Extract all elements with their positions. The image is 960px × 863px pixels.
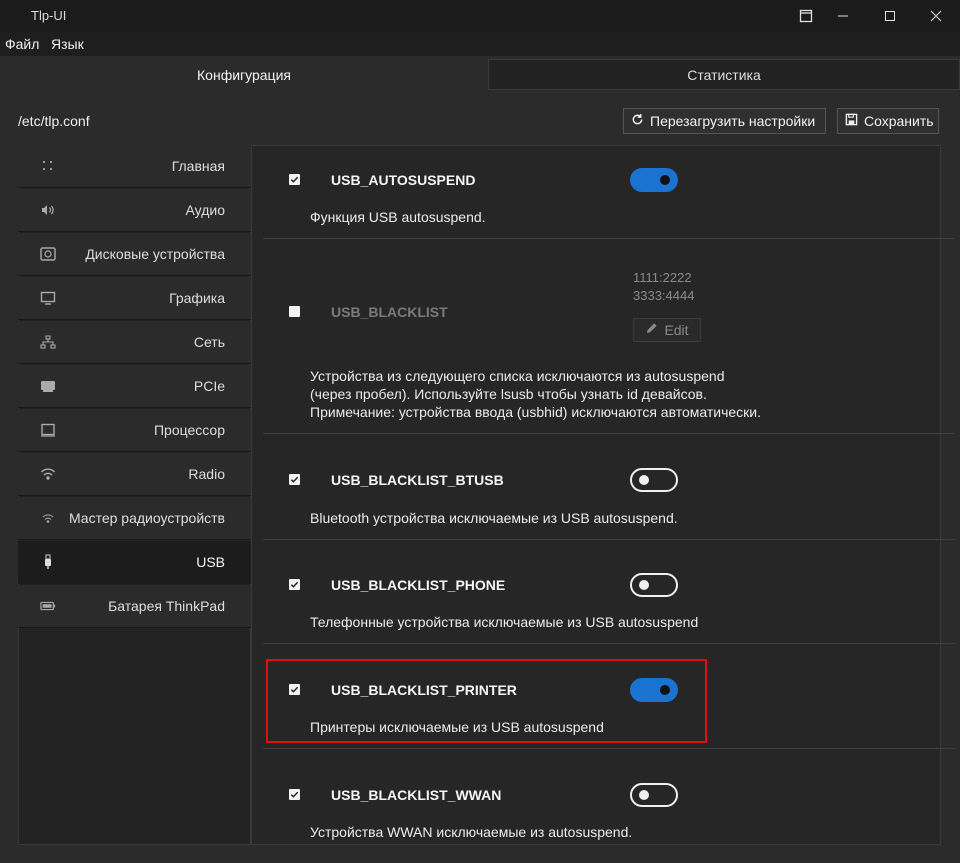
toggle-knob: [639, 475, 649, 485]
highlight-box: [266, 659, 707, 743]
save-icon: [845, 113, 858, 129]
pencil-icon: [645, 322, 658, 338]
usb-blacklist-checkbox[interactable]: [289, 306, 300, 317]
maximize-button[interactable]: [867, 0, 913, 32]
sidebar-item-network[interactable]: Сеть: [18, 321, 251, 364]
sidebar-item-label: Дисковые устройства: [85, 246, 225, 262]
minimize-button[interactable]: [820, 0, 866, 32]
usb-blacklist-wwan-description: Устройства WWAN исключаемые из autosuspe…: [310, 824, 633, 840]
tab-statistics[interactable]: Статистика: [488, 59, 960, 90]
window-footer: [0, 845, 960, 863]
pcie-card-icon: [40, 378, 56, 394]
sidebar-item-label: Сеть: [193, 334, 225, 350]
separator: [263, 433, 955, 434]
reload-settings-button[interactable]: Перезагрузить настройки: [623, 108, 826, 134]
usb-blacklist-btusb-name: USB_BLACKLIST_BTUSB: [331, 472, 504, 488]
sidebar-item-graphics[interactable]: Графика: [18, 277, 251, 320]
menu-bar: [0, 32, 960, 56]
usb-blacklist-wwan-toggle[interactable]: [630, 783, 678, 807]
separator: [263, 643, 955, 644]
sidebar-item-main[interactable]: Главная: [18, 145, 251, 188]
usb-blacklist-phone-name: USB_BLACKLIST_PHONE: [331, 577, 506, 593]
sidebar-item-label: Radio: [188, 466, 225, 482]
usb-blacklist-phone-description: Телефонные устройства исключаемые из USB…: [310, 614, 699, 630]
usb-blacklist-btusb-description: Bluetooth устройства исключаемые из USB …: [310, 510, 678, 526]
reload-icon: [631, 113, 644, 129]
tab-configuration[interactable]: Конфигурация: [0, 59, 488, 90]
usb-blacklist-btusb-toggle[interactable]: [630, 468, 678, 492]
toggle-knob: [639, 580, 649, 590]
wifi-icon: [40, 466, 56, 482]
usb-blacklist-name: USB_BLACKLIST: [331, 304, 448, 320]
usb-autosuspend-toggle[interactable]: [630, 168, 678, 192]
sidebar-item-label: Аудио: [185, 202, 226, 218]
separator: [263, 238, 955, 239]
sidebar-item-label: USB: [196, 554, 225, 570]
dots-grid-icon: [40, 158, 56, 174]
speaker-icon: [40, 202, 56, 218]
disk-icon: [40, 246, 56, 262]
usb-autosuspend-checkbox[interactable]: [289, 174, 300, 185]
usb-blacklist-phone-toggle[interactable]: [630, 573, 678, 597]
radio-wizard-icon: [40, 510, 56, 526]
sidebar-item-processor[interactable]: Процессор: [18, 409, 251, 452]
cpu-icon: [40, 422, 56, 438]
sidebar-item-radio[interactable]: Radio: [18, 453, 251, 496]
sidebar-item-label: Главная: [171, 158, 225, 174]
window-title: Tlp-UI: [31, 8, 67, 23]
separator: [263, 539, 955, 540]
sidebar-item-battery[interactable]: Батарея ThinkPad: [18, 585, 251, 628]
usb-blacklist-wwan-name: USB_BLACKLIST_WWAN: [331, 787, 502, 803]
sidebar-item-label: Графика: [169, 290, 225, 306]
toggle-knob: [660, 175, 670, 185]
monitor-icon: [40, 290, 56, 306]
usb-blacklist-edit-button[interactable]: Edit: [633, 318, 701, 342]
menu-language[interactable]: Язык: [51, 36, 84, 52]
usb-autosuspend-description: Функция USB autosuspend.: [310, 209, 486, 225]
usb-blacklist-value: 3333:4444: [633, 288, 695, 303]
usb-autosuspend-name: USB_AUTOSUSPEND: [331, 172, 476, 188]
menu-file[interactable]: Файл: [5, 36, 39, 52]
usb-blacklist-phone-checkbox[interactable]: [289, 579, 300, 590]
toggle-knob: [639, 790, 649, 800]
save-label: Сохранить: [864, 113, 934, 129]
sidebar-item-label: Мастер радиоустройств: [68, 510, 225, 526]
sidebar-item-label: PCIe: [193, 378, 225, 394]
sidebar-item-label: Батарея ThinkPad: [108, 598, 225, 614]
reload-settings-label: Перезагрузить настройки: [650, 113, 816, 129]
sidebar-item-disks[interactable]: Дисковые устройства: [18, 233, 251, 276]
sidebar-item-label: Процессор: [153, 422, 225, 438]
usb-blacklist-description-line: (через пробел). Используйте lsusb чтобы …: [310, 386, 707, 402]
usb-blacklist-description-line: Примечание: устройства ввода (usbhid) ис…: [310, 404, 762, 420]
usb-blacklist-description-line: Устройства из следующего списка исключаю…: [310, 368, 725, 384]
config-path: /etc/tlp.conf: [18, 113, 90, 129]
save-button[interactable]: Сохранить: [837, 108, 939, 134]
sidebar-item-audio[interactable]: Аудио: [18, 189, 251, 232]
usb-icon: [40, 554, 56, 570]
close-button[interactable]: [913, 0, 959, 32]
usb-blacklist-value: 1111:2222: [633, 270, 692, 285]
sidebar-item-radio-wizard[interactable]: Мастер радиоустройств: [18, 497, 251, 540]
usb-blacklist-btusb-checkbox[interactable]: [289, 474, 300, 485]
separator: [263, 748, 955, 749]
battery-icon: [40, 598, 56, 614]
sidebar-item-usb[interactable]: USB: [18, 541, 251, 584]
network-icon: [40, 334, 56, 350]
sidebar-item-pcie[interactable]: PCIe: [18, 365, 251, 408]
usb-blacklist-wwan-checkbox[interactable]: [289, 789, 300, 800]
edit-label: Edit: [664, 322, 689, 338]
